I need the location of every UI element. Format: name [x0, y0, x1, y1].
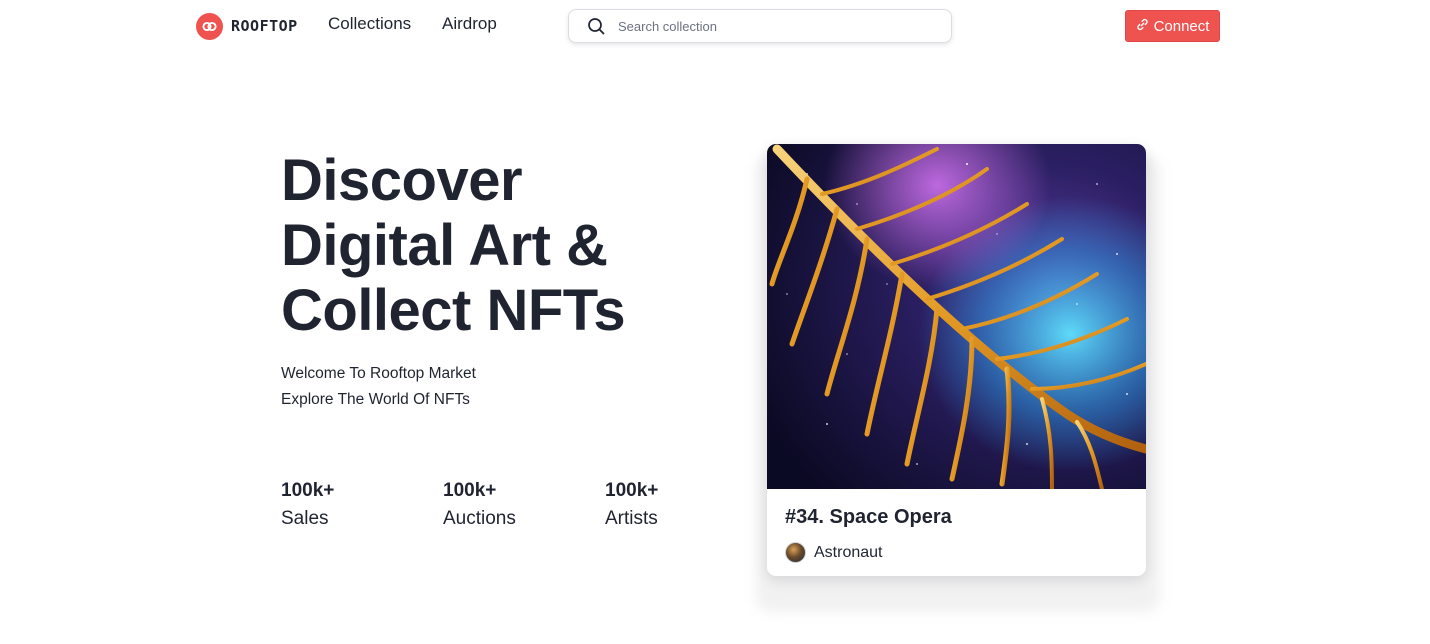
creator-name: Astronaut [814, 543, 883, 561]
hero-subtitle-line: Welcome To Rooftop Market [281, 365, 476, 382]
creator-avatar [785, 542, 806, 563]
search-bar[interactable] [568, 9, 952, 43]
nav-collections[interactable]: Collections [328, 14, 411, 34]
connect-button[interactable]: Connect [1125, 10, 1220, 42]
stat-label: Sales [281, 508, 329, 529]
hero-title: Discover Digital Art & Collect NFTs [281, 148, 701, 343]
link-icon [1136, 18, 1149, 35]
hero-subtitle-line: Explore The World Of NFTs [281, 391, 470, 408]
featured-nft-card[interactable]: #34. Space Opera Astronaut [767, 144, 1146, 576]
nft-artwork-image [767, 144, 1146, 489]
stat-value: 100k+ [281, 480, 335, 501]
nft-creator[interactable]: Astronaut [785, 542, 882, 563]
nav-airdrop[interactable]: Airdrop [442, 14, 497, 34]
hero-subtitle: Welcome To Rooftop Market Explore The Wo… [281, 361, 476, 413]
stat-auctions: 100k+ Auctions [443, 478, 516, 534]
stat-artists: 100k+ Artists [605, 478, 658, 534]
hero-title-line: Collect NFTs [281, 278, 626, 343]
logo-icon [196, 12, 223, 40]
search-icon [587, 16, 607, 36]
hero-title-line: Discover [281, 148, 523, 213]
nft-title: #34. Space Opera [785, 506, 952, 528]
logo[interactable]: ROOFTOP [196, 12, 298, 40]
stat-sales: 100k+ Sales [281, 478, 334, 534]
connect-label: Connect [1153, 17, 1210, 35]
logo-text: ROOFTOP [231, 17, 298, 35]
stat-label: Auctions [443, 508, 516, 529]
stat-value: 100k+ [605, 480, 659, 501]
page: ROOFTOP Collections Airdrop Connect Disc… [0, 0, 1430, 644]
search-input[interactable] [618, 11, 938, 41]
hero-title-line: Digital Art & [281, 213, 608, 278]
stat-value: 100k+ [443, 480, 497, 501]
stat-label: Artists [605, 508, 658, 529]
